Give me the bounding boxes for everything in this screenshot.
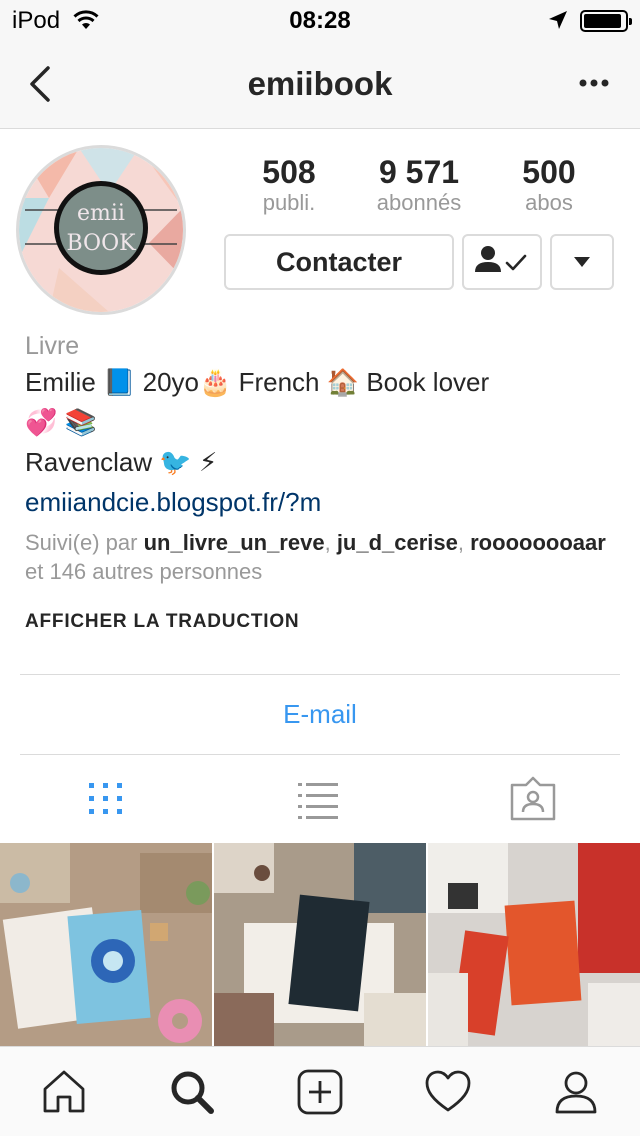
followed-by-user[interactable]: roooooooaar [470, 530, 606, 555]
search-icon[interactable] [167, 1067, 217, 1117]
profile-icon[interactable] [551, 1067, 601, 1117]
bio-line-1: Emilie 📘 20yo🎂 French 🏠 Book lover [25, 367, 490, 397]
photo-grid-item[interactable] [214, 843, 426, 1046]
contact-button[interactable]: Contacter [224, 234, 454, 290]
posts-count-value: 508 [262, 154, 316, 190]
photo-grid-item[interactable] [428, 843, 640, 1046]
avatar-text-top: emii [77, 201, 125, 226]
photo-grid-item[interactable] [0, 843, 212, 1046]
email-button[interactable]: E-mail [0, 699, 640, 730]
avatar-text-bottom: BOOK [66, 231, 136, 256]
triangle-down-icon [574, 257, 590, 267]
posts-count[interactable]: 508 publi. [224, 154, 354, 216]
profile-username-title: emiibook [247, 65, 393, 102]
location-arrow-icon [549, 11, 567, 29]
post-image [0, 843, 212, 1046]
bio-line-2: 💞 📚 [25, 407, 97, 437]
list-icon[interactable] [288, 775, 348, 825]
show-translation-button[interactable]: AFFICHER LA TRADUCTION [25, 611, 299, 633]
followers-count-value: 9 571 [378, 154, 460, 190]
more-horizontal-icon[interactable] [574, 68, 614, 98]
profile-view-tabs [0, 775, 640, 825]
battery-icon [580, 10, 632, 32]
posts-count-label: publi. [262, 190, 316, 215]
followed-by-separator: , [324, 530, 337, 555]
bio-line-3: Ravenclaw 🐦 ⚡ [25, 447, 218, 477]
tagged-icon[interactable] [503, 775, 563, 825]
following-count-label: abos [525, 190, 573, 215]
followed-by-suffix: et 146 autres personnes [25, 559, 263, 584]
followers-count-label: abonnés [376, 190, 462, 215]
divider [20, 754, 620, 755]
home-icon[interactable] [39, 1067, 89, 1117]
suggestions-dropdown-button[interactable] [550, 234, 614, 290]
bio-website-link[interactable]: emiiandcie.blogspot.fr/?m [25, 482, 625, 522]
followed-by-separator: , [457, 530, 471, 555]
following-button[interactable] [462, 234, 542, 290]
grid-icon[interactable] [76, 775, 136, 825]
post-image [428, 843, 640, 1046]
photo-grid [0, 843, 640, 1046]
profile-bio: Livre Emilie 📘 20yo🎂 French 🏠 Book lover… [25, 330, 625, 586]
nav-bar: emiibook [0, 40, 640, 129]
following-count[interactable]: 500 abos [484, 154, 614, 216]
followed-by-user[interactable]: ju_d_cerise [337, 530, 458, 555]
followed-by-prefix: Suivi(e) par [25, 530, 144, 555]
person-check-icon [475, 246, 527, 272]
followed-by-text: Suivi(e) par un_livre_un_reve, ju_d_ceri… [25, 528, 625, 586]
following-count-value: 500 [522, 154, 576, 190]
add-icon[interactable] [295, 1067, 345, 1117]
avatar-image: emii BOOK [19, 148, 183, 312]
profile-category: Livre [25, 332, 80, 360]
post-image [214, 843, 426, 1046]
avatar[interactable]: emii BOOK [16, 145, 186, 315]
divider [20, 674, 620, 675]
status-bar: iPod 08:28 [0, 0, 640, 40]
bottom-tab-bar [0, 1046, 640, 1136]
followers-count[interactable]: 9 571 abonnés [354, 154, 484, 216]
profile-stats: 508 publi. 9 571 abonnés 500 abos [224, 154, 624, 218]
followed-by-user[interactable]: un_livre_un_reve [144, 530, 325, 555]
heart-icon[interactable] [423, 1067, 473, 1117]
status-time: 08:28 [289, 7, 351, 34]
